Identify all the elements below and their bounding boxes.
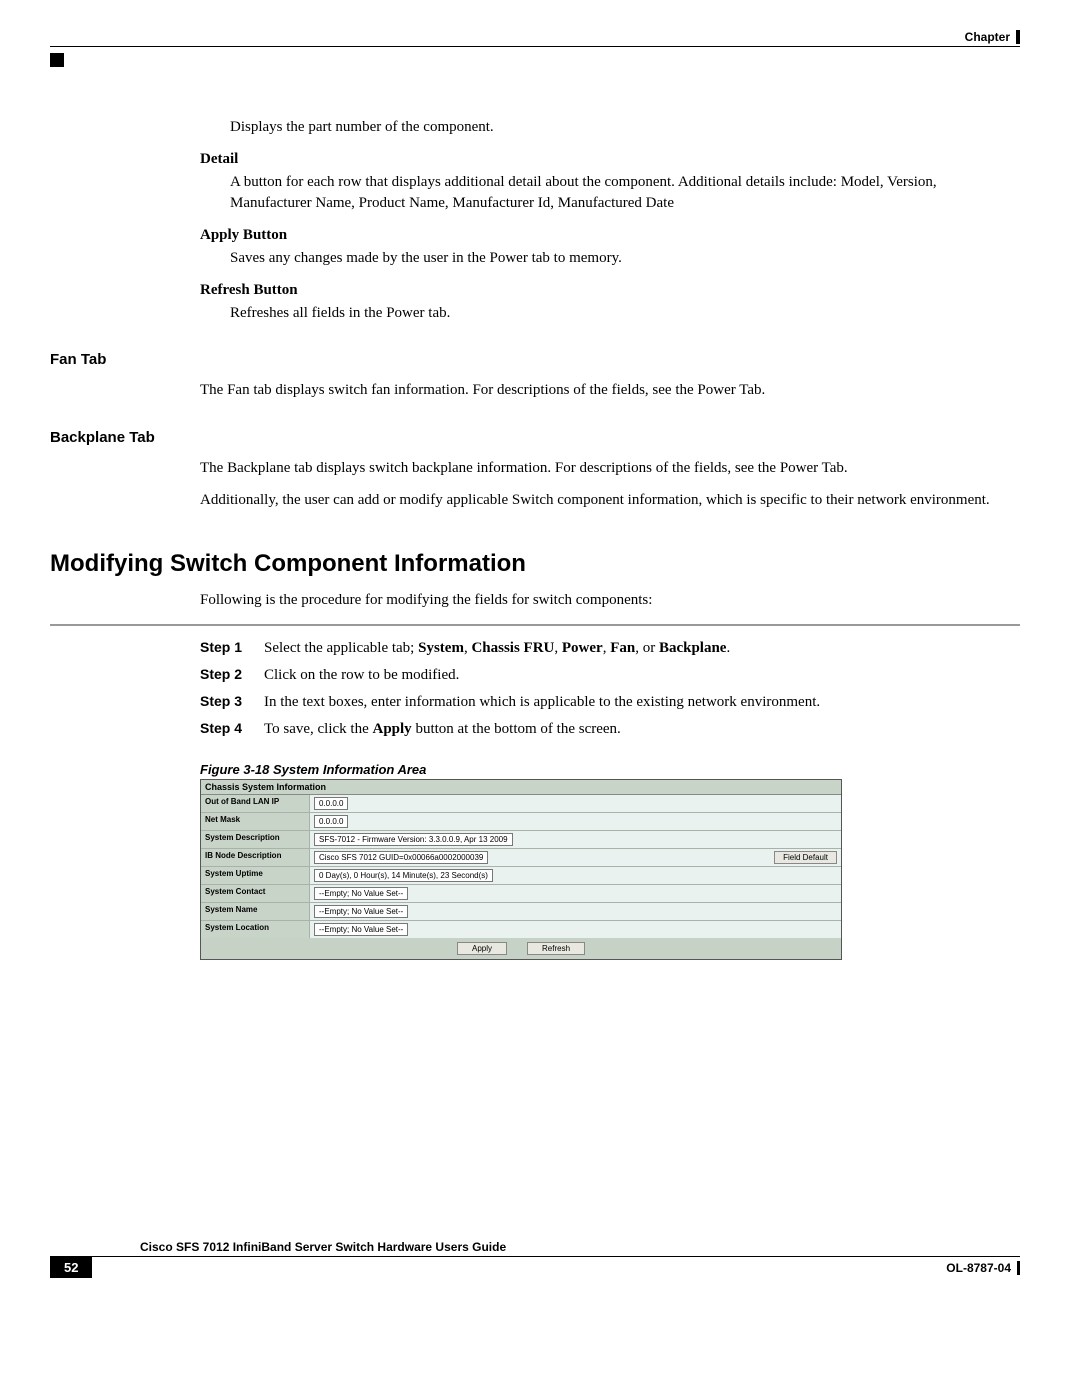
figure-field-label: System Name [201, 903, 310, 920]
modify-intro: Following is the procedure for modifying… [200, 590, 1020, 610]
part-number-desc: Displays the part number of the componen… [230, 117, 1020, 137]
backplane-tab-label: Backplane Tab [50, 429, 1020, 446]
figure-field-label: System Location [201, 921, 310, 938]
fan-tab-body: The Fan tab displays switch fan informat… [200, 380, 1020, 400]
backplane-body-2: Additionally, the user can add or modify… [200, 490, 1020, 510]
step-body: In the text boxes, enter information whi… [264, 692, 820, 713]
figure-refresh-button[interactable]: Refresh [527, 942, 585, 955]
figure-input[interactable]: --Empty; No Value Set-- [314, 923, 408, 936]
figure-wrapper: Chassis System Information Out of Band L… [200, 779, 1020, 960]
step-bold-term: Power [562, 640, 603, 656]
step-bold-term: Apply [373, 721, 412, 737]
figure-field-value[interactable]: --Empty; No Value Set-- [310, 921, 841, 938]
step-row: Step 3 In the text boxes, enter informati… [200, 692, 1020, 713]
figure-title: Chassis System Information [201, 780, 841, 795]
step-row: Step 2 Click on the row to be modified. [200, 665, 1020, 686]
figure-field-row: System Uptime 0 Day(s), 0 Hour(s), 14 Min… [201, 867, 841, 885]
figure-input[interactable]: --Empty; No Value Set-- [314, 905, 408, 918]
figure-field-label: Out of Band LAN IP [201, 795, 310, 812]
system-info-figure: Chassis System Information Out of Band L… [200, 779, 842, 960]
figure-caption: Figure 3-18 System Information Area [200, 762, 1020, 777]
figure-button-row: Apply Refresh [201, 938, 841, 959]
step-bold-term: System [418, 640, 464, 656]
page-footer: Cisco SFS 7012 InfiniBand Server Switch … [50, 1240, 1020, 1278]
chapter-label: Chapter [965, 30, 1010, 44]
refresh-body: Refreshes all fields in the Power tab. [230, 303, 1020, 323]
figure-input[interactable]: --Empty; No Value Set-- [314, 887, 408, 900]
figure-field-label: System Uptime [201, 867, 310, 884]
step-body: Select the applicable tab; System, Chass… [264, 638, 730, 659]
page-header: Chapter [50, 30, 1020, 44]
figure-field-value[interactable]: 0.0.0.0 [310, 813, 841, 830]
figure-field-value[interactable]: SFS-7012 - Firmware Version: 3.3.0.0.9, … [310, 831, 841, 848]
detail-term: Detail [200, 151, 1020, 168]
detail-body: A button for each row that displays addi… [230, 172, 1020, 213]
steps-list: Step 1 Select the applicable tab; System,… [200, 638, 1020, 740]
page-corner-marker [50, 53, 64, 67]
figure-field-label: System Contact [201, 885, 310, 902]
figure-field-value[interactable]: --Empty; No Value Set-- [310, 903, 841, 920]
figure-input[interactable]: 0.0.0.0 [314, 815, 348, 828]
step-body: To save, click the Apply button at the b… [264, 719, 621, 740]
figure-field-label: System Description [201, 831, 310, 848]
field-default-button[interactable]: Field Default [774, 851, 837, 864]
figure-field-row: System Contact --Empty; No Value Set-- [201, 885, 841, 903]
figure-apply-button[interactable]: Apply [457, 942, 507, 955]
footer-doc-title: Cisco SFS 7012 InfiniBand Server Switch … [140, 1240, 506, 1254]
fan-tab-label: Fan Tab [50, 351, 1020, 368]
header-bar-icon [1016, 30, 1020, 44]
figure-field-row: IB Node DescriptionCisco SFS 7012 GUID=0… [201, 849, 841, 867]
figure-input[interactable]: 0 Day(s), 0 Hour(s), 14 Minute(s), 23 Se… [314, 869, 493, 882]
step-number: Step 4 [200, 719, 250, 740]
figure-field-value[interactable]: --Empty; No Value Set-- [310, 885, 841, 902]
step-bold-term: Fan [610, 640, 635, 656]
footer-bar-icon [1017, 1261, 1020, 1275]
figure-input[interactable]: 0.0.0.0 [314, 797, 348, 810]
step-number: Step 3 [200, 692, 250, 713]
figure-field-value[interactable]: 0 Day(s), 0 Hour(s), 14 Minute(s), 23 Se… [310, 867, 841, 884]
apply-body: Saves any changes made by the user in th… [230, 248, 1020, 268]
figure-field-row: System Location --Empty; No Value Set-- [201, 921, 841, 938]
figure-field-row: System Description SFS-7012 - Firmware Ve… [201, 831, 841, 849]
step-row: Step 4 To save, click the Apply button at… [200, 719, 1020, 740]
modify-heading: Modifying Switch Component Information [50, 550, 1020, 578]
figure-input[interactable]: Cisco SFS 7012 GUID=0x00066a0002000039 [314, 851, 488, 864]
figure-field-value[interactable]: Cisco SFS 7012 GUID=0x00066a0002000039 Fi… [310, 849, 841, 866]
apply-term: Apply Button [200, 227, 1020, 244]
refresh-term: Refresh Button [200, 282, 1020, 299]
step-bold-term: Backplane [659, 640, 727, 656]
step-row: Step 1 Select the applicable tab; System,… [200, 638, 1020, 659]
figure-input[interactable]: SFS-7012 - Firmware Version: 3.3.0.0.9, … [314, 833, 513, 846]
header-rule [50, 46, 1020, 47]
step-body: Click on the row to be modified. [264, 665, 459, 686]
figure-field-row: Out of Band LAN IP 0.0.0.0 [201, 795, 841, 813]
step-bold-term: Chassis FRU [471, 640, 554, 656]
step-number: Step 1 [200, 638, 250, 659]
steps-rule [50, 624, 1020, 626]
figure-field-value[interactable]: 0.0.0.0 [310, 795, 841, 812]
step-number: Step 2 [200, 665, 250, 686]
doc-id: OL-8787-04 [946, 1261, 1011, 1275]
figure-field-row: System Name --Empty; No Value Set-- [201, 903, 841, 921]
figure-field-row: Net Mask 0.0.0.0 [201, 813, 841, 831]
figure-field-label: IB Node Description [201, 849, 310, 866]
backplane-body-1: The Backplane tab displays switch backpl… [200, 458, 1020, 478]
page-number: 52 [50, 1257, 92, 1278]
figure-field-label: Net Mask [201, 813, 310, 830]
